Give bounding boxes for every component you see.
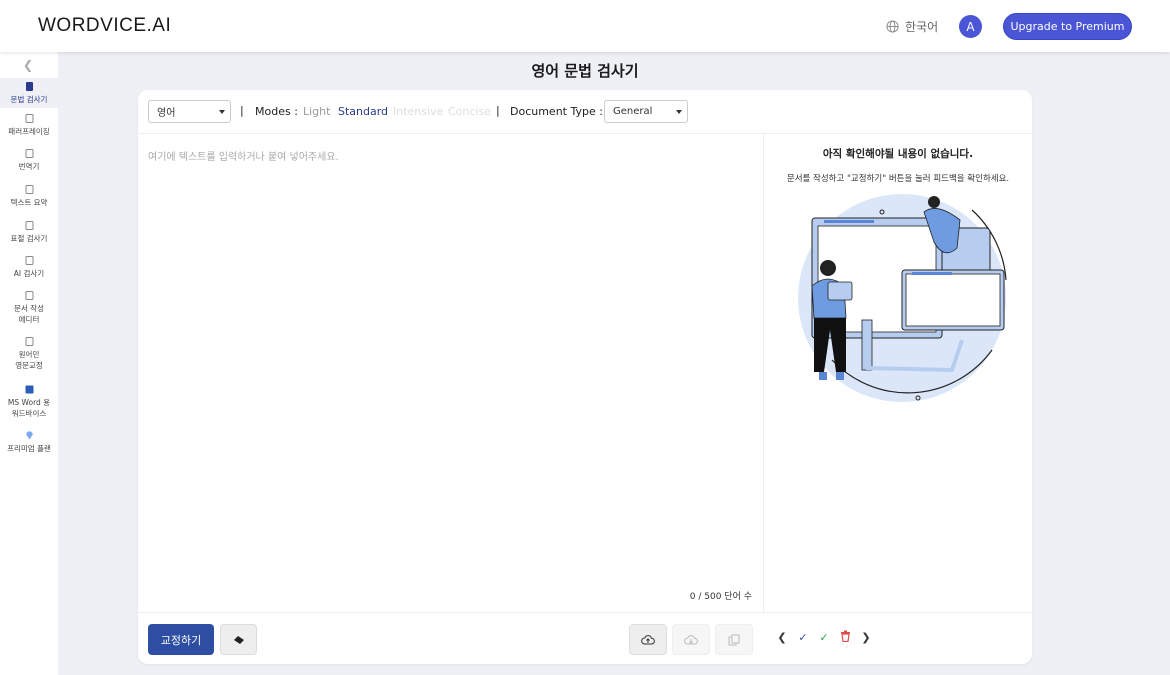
sidebar-item-label: 원어민: [18, 350, 40, 359]
globe-icon: [886, 20, 899, 33]
accept-all-icon[interactable]: ✓︎: [817, 631, 831, 645]
mode-intensive[interactable]: Intensive: [393, 105, 443, 118]
upload-button[interactable]: [629, 624, 667, 655]
delete-icon[interactable]: [838, 630, 852, 646]
copy-icon: [728, 634, 740, 645]
sidebar: ❮ 문법 검사기 패러프레이징 번역기 텍스트 요약 표절 검사기 AI 검사기 문서 작성…: [0, 52, 58, 675]
language-select[interactable]: 영어: [148, 100, 231, 123]
language-select-value: 영어: [157, 108, 176, 119]
ai-detector-icon: [25, 256, 33, 265]
sidebar-item-label: 에디터: [18, 315, 40, 324]
sidebar-item-label: 문법 검사기: [10, 95, 48, 104]
sidebar-item-6[interactable]: 문서 작성에디터: [0, 290, 58, 325]
summary-icon: [25, 185, 33, 194]
editor-placeholder: 여기에 텍스트를 입력하거나 붙여 넣어주세요.: [148, 152, 339, 163]
sidebar-item-0[interactable]: 문법 검사기: [0, 78, 58, 108]
erase-button[interactable]: [220, 624, 257, 655]
ms-word-icon: [25, 385, 33, 394]
empty-state-illustration: [798, 194, 1007, 402]
feedback-panel: 아직 확인해야될 내용이 없습니다. 문서를 작성하고 "교정하기" 버튼을 눌…: [764, 134, 1032, 612]
document-type-label: Document Type :: [510, 105, 603, 118]
bottom-bar: 교정하기 ❮ ✓ ✓︎ ❯: [138, 612, 1032, 664]
cloud-download-icon: [684, 634, 698, 644]
correct-button[interactable]: 교정하기: [148, 624, 214, 655]
document-type-value: General: [613, 106, 653, 117]
external-link-icon: [25, 337, 33, 346]
sidebar-item-5[interactable]: AI 검사기: [0, 255, 58, 279]
avatar[interactable]: A: [959, 15, 982, 38]
modes-label: Modes :: [255, 105, 298, 118]
text-editor[interactable]: 여기에 텍스트를 입력하거나 붙여 넣어주세요. 0 / 500 단어 수: [138, 134, 764, 612]
sidebar-item-9[interactable]: 프리미엄 플랜: [0, 430, 58, 454]
top-bar: WORDVICE.AI 한국어 A Upgrade to Premium: [0, 0, 1170, 52]
feedback-empty-subtitle: 문서를 작성하고 "교정하기" 버튼을 눌러 피드백을 확인하세요.: [786, 174, 1010, 184]
language-label: 한국어: [905, 20, 939, 34]
plagiarism-icon: [25, 221, 33, 230]
sidebar-item-label: 워드바이스: [11, 409, 47, 418]
document-editor-icon: [25, 291, 33, 300]
sidebar-item-7[interactable]: 원어민영문교정: [0, 336, 58, 371]
logo[interactable]: WORDVICE.AI: [38, 15, 171, 37]
toolbar-separator: |: [240, 104, 244, 117]
toolbar-separator: |: [496, 104, 500, 117]
sidebar-item-label: AI 검사기: [13, 269, 45, 278]
diamond-icon: [25, 431, 33, 440]
mode-light[interactable]: Light: [303, 105, 330, 118]
sidebar-item-label: MS Word 용: [7, 398, 51, 407]
previous-suggestion-icon[interactable]: ❮: [775, 631, 789, 645]
download-button[interactable]: [672, 624, 710, 655]
language-switcher[interactable]: 한국어: [886, 18, 938, 35]
paraphrase-icon: [25, 114, 33, 123]
next-suggestion-icon[interactable]: ❯: [859, 631, 873, 645]
document-type-select[interactable]: General: [604, 100, 688, 123]
page-title: 영어 문법 검사기: [531, 62, 639, 80]
sidebar-item-label: 프리미엄 플랜: [7, 444, 51, 453]
sidebar-item-8[interactable]: MS Word 용워드바이스: [0, 384, 58, 419]
copy-button[interactable]: [715, 624, 753, 655]
chevron-down-icon: [676, 110, 682, 114]
accept-icon[interactable]: ✓: [796, 631, 810, 645]
sidebar-item-4[interactable]: 표절 검사기: [0, 220, 58, 244]
word-count: 0 / 500 단어 수: [689, 592, 752, 602]
sidebar-item-label: 표절 검사기: [10, 234, 48, 243]
sidebar-item-3[interactable]: 텍스트 요약: [0, 184, 58, 208]
feedback-empty-title: 아직 확인해야될 내용이 없습니다.: [822, 148, 974, 160]
cloud-upload-icon: [641, 634, 655, 644]
mode-concise[interactable]: Concise: [448, 105, 491, 118]
chevron-down-icon: [219, 110, 225, 114]
sidebar-item-label: 텍스트 요약: [10, 198, 48, 207]
sidebar-item-label: 패러프레이징: [8, 127, 50, 136]
sidebar-item-1[interactable]: 패러프레이징: [0, 113, 58, 137]
toolbar: 영어 | Modes : Light Standard Intensive Co…: [138, 90, 1032, 134]
sidebar-item-label: 번역기: [18, 162, 40, 171]
eraser-icon: [233, 635, 244, 644]
upgrade-button[interactable]: Upgrade to Premium: [1003, 13, 1132, 40]
sidebar-item-2[interactable]: 번역기: [0, 148, 58, 172]
mode-standard[interactable]: Standard: [338, 105, 388, 118]
sidebar-item-label: 영문교정: [15, 361, 43, 370]
grammar-checker-card: 영어 | Modes : Light Standard Intensive Co…: [138, 90, 1032, 664]
sidebar-item-label: 문서 작성: [14, 304, 44, 313]
translate-icon: [25, 149, 33, 158]
grammar-icon: [25, 82, 33, 91]
